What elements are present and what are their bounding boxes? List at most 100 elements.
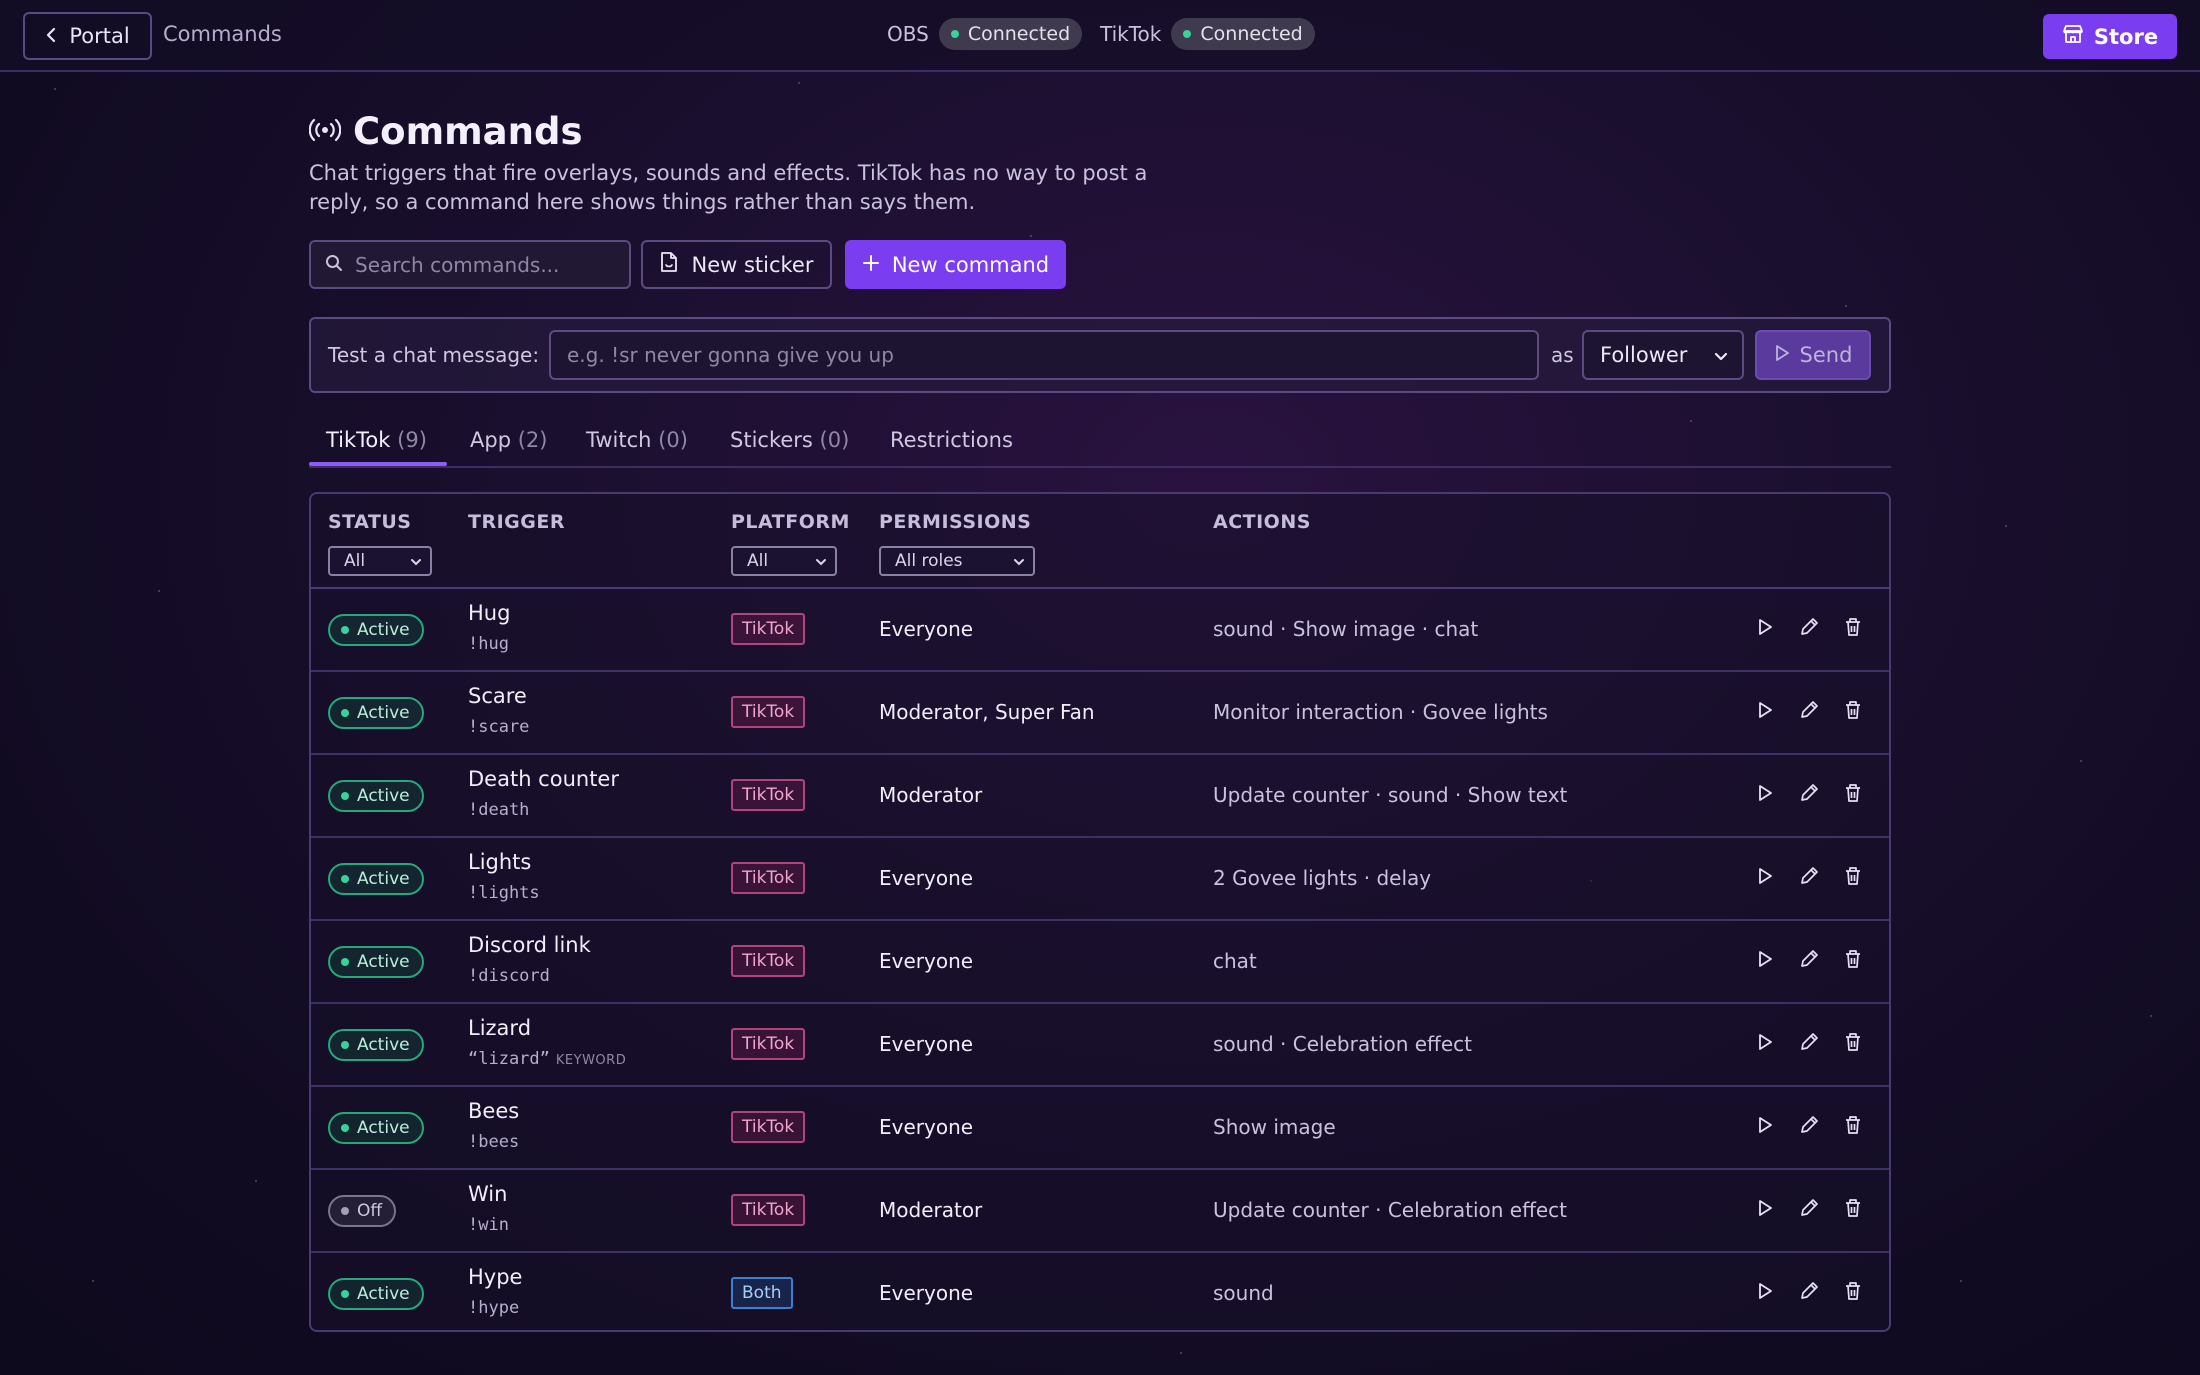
tab-restrictions[interactable]: Restrictions [890, 428, 1013, 452]
platform-badge: TikTok [731, 945, 806, 977]
status-badge[interactable]: Active [328, 697, 424, 729]
obs-status-text: Connected [967, 23, 1071, 45]
trigger-keyword-tag: KEYWORD [555, 1053, 627, 1068]
status-badge[interactable]: Active [328, 1029, 424, 1061]
trigger-name: Lights [468, 850, 532, 874]
status-filter-select[interactable]: All [328, 546, 432, 576]
permissions-filter-select[interactable]: All roles [879, 546, 1035, 576]
search-input[interactable] [355, 252, 615, 277]
edit-pencil-icon[interactable] [1799, 948, 1819, 970]
edit-pencil-icon[interactable] [1799, 865, 1819, 887]
store-label: Store [2093, 24, 2159, 49]
trash-icon[interactable] [1843, 782, 1863, 804]
play-icon[interactable] [1755, 1114, 1775, 1136]
status-dot [950, 30, 959, 38]
trash-icon[interactable] [1843, 1280, 1863, 1302]
status-text: Active [357, 620, 410, 640]
role-select[interactable]: Follower [1582, 330, 1744, 380]
edit-pencil-icon[interactable] [1799, 699, 1819, 721]
platform-badge: TikTok [731, 1028, 806, 1060]
tab-label: Restrictions [890, 428, 1013, 452]
platform-badge: TikTok [731, 613, 806, 645]
status-text: Off [357, 1201, 383, 1221]
play-icon[interactable] [1755, 616, 1775, 638]
trigger-command-text: !discord [468, 966, 550, 986]
column-header-status: STATUS [328, 511, 412, 533]
status-text: Active [357, 1284, 410, 1304]
platform-badge: TikTok [731, 696, 806, 728]
trash-icon[interactable] [1843, 1197, 1863, 1219]
status-text: Active [357, 1118, 410, 1138]
tiktok-status-badge: Connected [1171, 18, 1315, 50]
column-header-platform: PLATFORM [731, 511, 850, 533]
table-row: Active Hype !hype Both Everyone sound [311, 1253, 1889, 1330]
portal-back-button[interactable]: Portal [23, 12, 152, 60]
trash-icon[interactable] [1843, 616, 1863, 638]
play-icon [1774, 343, 1790, 367]
active-tab-indicator [309, 462, 447, 466]
status-badge[interactable]: Active [328, 863, 424, 895]
trash-icon[interactable] [1843, 865, 1863, 887]
obs-status-badge: Connected [938, 18, 1083, 50]
play-icon[interactable] [1755, 1031, 1775, 1053]
chevron-down-icon [815, 551, 827, 571]
trash-icon[interactable] [1843, 948, 1863, 970]
trash-icon[interactable] [1843, 699, 1863, 721]
status-badge[interactable]: Active [328, 1278, 424, 1310]
search-box[interactable] [309, 240, 631, 289]
edit-pencil-icon[interactable] [1799, 1280, 1819, 1302]
trigger-command-text: !scare [468, 717, 530, 737]
table-row: Active Scare !scare TikTok Moderator, Su… [311, 672, 1889, 755]
play-icon[interactable] [1755, 1280, 1775, 1302]
tab-tiktok[interactable]: TikTok (9) [326, 428, 427, 452]
permissions-text: Moderator, Super Fan [879, 700, 1095, 724]
trash-icon[interactable] [1843, 1031, 1863, 1053]
status-dot [1183, 30, 1192, 38]
status-badge[interactable]: Off [328, 1195, 397, 1227]
obs-connection: OBS Connected [887, 18, 1083, 50]
play-icon[interactable] [1755, 1197, 1775, 1219]
play-icon[interactable] [1755, 865, 1775, 887]
top-bar: Portal Commands OBS Connected TikTok Con… [0, 0, 2200, 72]
tab-label: App [470, 428, 512, 452]
new-command-button[interactable]: New command [845, 240, 1066, 289]
trash-icon[interactable] [1843, 1114, 1863, 1136]
store-button[interactable]: Store [2043, 14, 2177, 59]
edit-pencil-icon[interactable] [1799, 1031, 1819, 1053]
column-header-actions: ACTIONS [1213, 511, 1311, 533]
play-icon[interactable] [1755, 699, 1775, 721]
edit-pencil-icon[interactable] [1799, 616, 1819, 638]
send-button[interactable]: Send [1755, 330, 1871, 380]
status-badge[interactable]: Active [328, 614, 424, 646]
trigger-name: Bees [468, 1099, 520, 1123]
new-sticker-button[interactable]: New sticker [641, 240, 832, 289]
platform-badge: TikTok [731, 779, 806, 811]
play-icon[interactable] [1755, 948, 1775, 970]
platform-badge: TikTok [731, 1111, 806, 1143]
trigger-command: !discord [468, 966, 556, 986]
test-message-field[interactable] [549, 330, 1539, 380]
edit-pencil-icon[interactable] [1799, 1197, 1819, 1219]
tab-stickers[interactable]: Stickers (0) [730, 428, 849, 452]
column-header-permissions: PERMISSIONS [879, 511, 1032, 533]
tab-twitch[interactable]: Twitch (0) [586, 428, 688, 452]
row-actions [1755, 782, 1863, 804]
edit-pencil-icon[interactable] [1799, 1114, 1819, 1136]
platform-filter-select[interactable]: All [731, 546, 837, 576]
status-badge[interactable]: Active [328, 946, 424, 978]
permissions-text: Moderator [879, 783, 983, 807]
edit-pencil-icon[interactable] [1799, 782, 1819, 804]
test-message-input[interactable] [567, 343, 1527, 367]
status-text: Active [357, 703, 410, 723]
tab-app[interactable]: App (2) [470, 428, 547, 452]
status-dot [341, 626, 349, 634]
page-header: Commands [308, 110, 583, 153]
status-dot [341, 1207, 349, 1215]
play-icon[interactable] [1755, 782, 1775, 804]
status-badge[interactable]: Active [328, 1112, 424, 1144]
status-badge[interactable]: Active [328, 780, 424, 812]
status-text: Active [357, 869, 410, 889]
row-actions [1755, 616, 1863, 638]
actions-summary: sound [1213, 1281, 1274, 1305]
platform-filter-value: All [747, 551, 769, 571]
